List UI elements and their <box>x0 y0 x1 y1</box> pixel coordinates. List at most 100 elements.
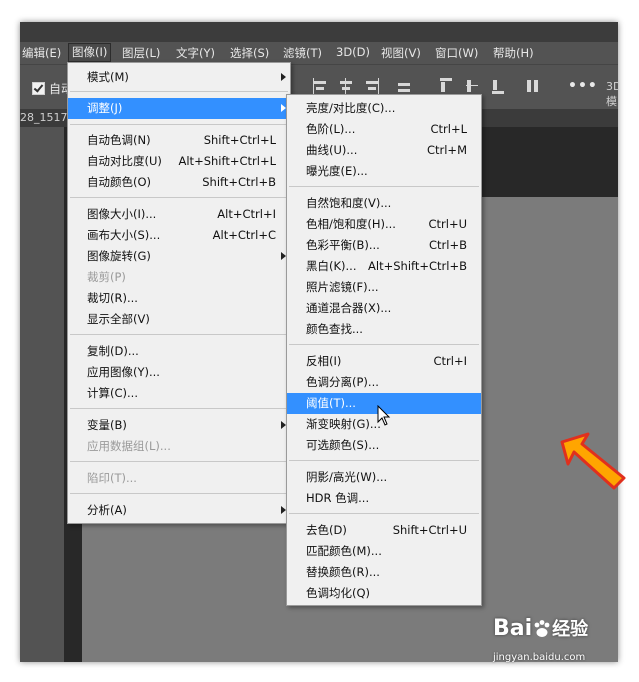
menu-help[interactable]: 帮助(H) <box>493 45 534 61</box>
menu-select[interactable]: 选择(S) <box>230 45 269 61</box>
adjust_menu-item[interactable]: 照片滤镜(F)... <box>287 277 481 298</box>
watermark-brand: Bai <box>493 616 533 641</box>
align-top-icon[interactable] <box>438 78 454 94</box>
image_menu-item[interactable]: 裁切(R)... <box>68 288 290 309</box>
image_menu-item[interactable]: 分析(A) <box>68 500 290 521</box>
adjust_menu-item[interactable]: HDR 色调... <box>287 488 481 509</box>
image_menu-item[interactable]: 复制(D)... <box>68 341 290 362</box>
image_menu-item[interactable]: 计算(C)... <box>68 383 290 404</box>
title-bar <box>20 22 618 42</box>
adjust_menu-item[interactable]: 色彩平衡(B)... Ctrl+B <box>287 235 481 256</box>
adjust_menu-item-label: 色彩平衡(B)... <box>306 238 380 252</box>
adjust_menu-item-label: 自然饱和度(V)... <box>306 196 392 210</box>
menu-3d[interactable]: 3D(D) <box>336 45 370 59</box>
watermark: Bai 经验 <box>493 615 588 641</box>
adjust_menu-item[interactable]: 替换颜色(R)... <box>287 562 481 583</box>
adjust_menu-item-label: 替换颜色(R)... <box>306 565 380 579</box>
align-middle-icon[interactable] <box>464 78 480 94</box>
adjust_menu-item[interactable]: 通道混合器(X)... <box>287 298 481 319</box>
align-center-icon[interactable] <box>338 78 354 94</box>
image_menu-item[interactable]: 图像大小(I)... Alt+Ctrl+I <box>68 204 290 225</box>
adjust_menu-item-shortcut: Ctrl+B <box>429 238 467 252</box>
mode-3d-label[interactable]: 3D 模 <box>606 80 618 109</box>
adjust_menu-item[interactable]: 亮度/对比度(C)... <box>287 98 481 119</box>
image_menu-item-label: 图像大小(I)... <box>87 207 157 221</box>
image_menu-item-label: 裁剪(P) <box>87 270 126 284</box>
image_menu-item-label: 复制(D)... <box>87 344 139 358</box>
mouse-cursor-icon <box>377 405 391 426</box>
image_menu-item-label: 应用图像(Y)... <box>87 365 160 379</box>
adjust_menu-item-label: 亮度/对比度(C)... <box>306 101 396 115</box>
image_menu-item-label: 应用数据组(L)... <box>87 439 171 453</box>
adjust_menu-item-label: 可选颜色(S)... <box>306 438 380 452</box>
adjust_menu-item[interactable]: 匹配颜色(M)... <box>287 541 481 562</box>
adjust_menu-item[interactable]: 颜色查找... <box>287 319 481 340</box>
image_menu-item[interactable]: 调整(J) <box>68 98 290 119</box>
submenu-arrow-icon <box>281 73 286 81</box>
menu-separator <box>289 186 479 187</box>
adjust_menu-item-shortcut: Shift+Ctrl+U <box>392 523 467 537</box>
menu-edit[interactable]: 编辑(E) <box>22 45 61 61</box>
adjust_menu-item[interactable]: 色相/饱和度(H)... Ctrl+U <box>287 214 481 235</box>
toolbar <box>20 127 64 662</box>
image_menu-item-label: 画布大小(S)... <box>87 228 161 242</box>
adjust_menu-item-label: 去色(D) <box>306 523 347 537</box>
menu-separator <box>70 91 288 92</box>
distribute-icon[interactable] <box>396 78 412 94</box>
adjust_menu-item-label: 渐变映射(G)... <box>306 417 381 431</box>
adjust_menu-item-label: 色调分离(P)... <box>306 375 379 389</box>
image_menu-item-label: 显示全部(V) <box>87 312 150 326</box>
image_menu-item-label: 自动对比度(U) <box>87 154 162 168</box>
menu-filter[interactable]: 滤镜(T) <box>283 45 322 61</box>
image_menu-item[interactable]: 自动色调(N) Shift+Ctrl+L <box>68 130 290 151</box>
adjust_menu-item[interactable]: 阴影/高光(W)... <box>287 467 481 488</box>
image_menu-item-shortcut: Alt+Ctrl+I <box>217 207 276 221</box>
menu-view[interactable]: 视图(V) <box>381 45 421 61</box>
image_menu-item-label: 自动颜色(O) <box>87 175 152 189</box>
more-options-icon[interactable]: ••• <box>568 78 598 94</box>
adjust_menu-item[interactable]: 曝光度(E)... <box>287 161 481 182</box>
adjust_menu-item[interactable]: 曲线(U)... Ctrl+M <box>287 140 481 161</box>
menu-image[interactable]: 图像(I) <box>68 43 112 62</box>
align-left-icon[interactable] <box>312 78 328 94</box>
image_menu-item-label: 自动色调(N) <box>87 133 151 147</box>
adjust_menu-item-label: 色调均化(Q) <box>306 586 371 600</box>
image_menu-item[interactable]: 自动对比度(U) Alt+Shift+Ctrl+L <box>68 151 290 172</box>
adjust_menu-item[interactable]: 反相(I) Ctrl+I <box>287 351 481 372</box>
adjust_menu-item[interactable]: 可选颜色(S)... <box>287 435 481 456</box>
image-menu: 模式(M) 调整(J) 自动色调(N) Shift+Ctrl+L 自动对比度(U) Alt… <box>67 62 291 524</box>
menu-layer[interactable]: 图层(L) <box>122 45 160 61</box>
menu-separator <box>70 124 288 125</box>
image_menu-item[interactable]: 图像旋转(G) <box>68 246 290 267</box>
image_menu-item-label: 计算(C)... <box>87 386 138 400</box>
adjust_menu-item[interactable]: 自然饱和度(V)... <box>287 193 481 214</box>
align-bottom-icon[interactable] <box>490 78 506 94</box>
adjust_menu-item-shortcut: Alt+Shift+Ctrl+B <box>368 259 467 273</box>
image_menu-item[interactable]: 显示全部(V) <box>68 309 290 330</box>
align-right-icon[interactable] <box>364 78 380 94</box>
menu-window[interactable]: 窗口(W) <box>435 45 478 61</box>
adjust_menu-item[interactable]: 黑白(K)... Alt+Shift+Ctrl+B <box>287 256 481 277</box>
image_menu-item[interactable]: 画布大小(S)... Alt+Ctrl+C <box>68 225 290 246</box>
image_menu-item-label: 图像旋转(G) <box>87 249 151 263</box>
adjust_menu-item[interactable]: 去色(D) Shift+Ctrl+U <box>287 520 481 541</box>
watermark-url: jingyan.baidu.com <box>493 652 586 663</box>
auto-select-checkbox[interactable] <box>32 82 45 95</box>
distribute-vertical-icon[interactable] <box>524 78 540 94</box>
image_menu-item[interactable]: 模式(M) <box>68 67 290 88</box>
adjust_menu-item-label: 阴影/高光(W)... <box>306 470 388 484</box>
adjustments-submenu: 亮度/对比度(C)... 色阶(L)... Ctrl+L 曲线(U)... Ctrl+M… <box>286 94 482 606</box>
adjust_menu-item-label: 匹配颜色(M)... <box>306 544 382 558</box>
image_menu-item[interactable]: 变量(B) <box>68 415 290 436</box>
image_menu-item[interactable]: 应用图像(Y)... <box>68 362 290 383</box>
adjust_menu-item[interactable]: 色阶(L)... Ctrl+L <box>287 119 481 140</box>
image_menu-item-label: 模式(M) <box>87 70 129 84</box>
adjust_menu-item[interactable]: 色调分离(P)... <box>287 372 481 393</box>
image_menu-item[interactable]: 自动颜色(O) Shift+Ctrl+B <box>68 172 290 193</box>
menu-type[interactable]: 文字(Y) <box>176 45 215 61</box>
menu-separator <box>70 461 288 462</box>
adjust_menu-item-label: 曝光度(E)... <box>306 164 368 178</box>
menu-separator <box>289 513 479 514</box>
image_menu-item: 陷印(T)... <box>68 468 290 489</box>
adjust_menu-item[interactable]: 色调均化(Q) <box>287 583 481 604</box>
